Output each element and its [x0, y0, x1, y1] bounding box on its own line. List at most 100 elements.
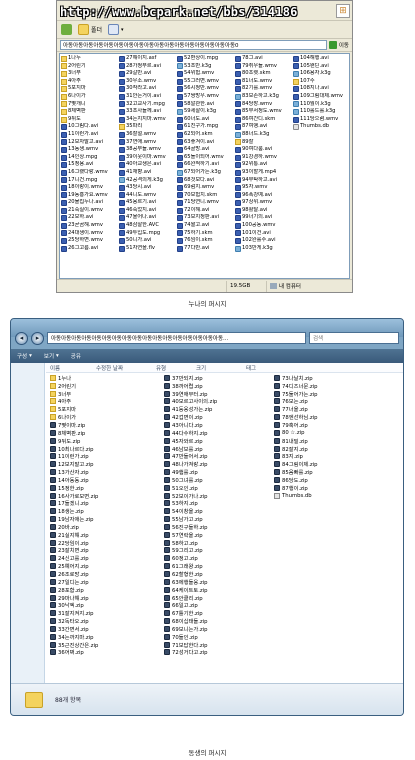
- file-item[interactable]: 55남가고.zip: [164, 515, 270, 523]
- file-item[interactable]: 6나이가: [50, 413, 160, 421]
- file-item[interactable]: 69보니는가.zip: [164, 625, 270, 633]
- file-item[interactable]: 65안클리.zip: [164, 594, 270, 601]
- go-button[interactable]: 이동: [328, 41, 349, 49]
- file-item[interactable]: 110뭘이.k3g: [293, 101, 349, 109]
- file-item[interactable]: 29갈만.avi: [119, 70, 177, 78]
- folders-button[interactable]: 폴더: [78, 24, 102, 35]
- file-item[interactable]: 3너무: [61, 70, 119, 78]
- file-item[interactable]: 54이창을.zip: [164, 507, 270, 515]
- file-item[interactable]: 13동생.wmv: [61, 146, 119, 154]
- file-item[interactable]: 81내밀.zip: [274, 437, 370, 445]
- file-item[interactable]: 30우소.wmv: [119, 78, 177, 86]
- file-item[interactable]: 7몇이마.zip: [50, 421, 160, 429]
- file-item[interactable]: 43아니다.zip: [164, 421, 270, 429]
- organize-button[interactable]: 구성 ▾: [17, 352, 32, 360]
- address-input[interactable]: 아동아동아동아동아동아동아동아동아동아동아동아동아동아동아동아동아동...: [47, 332, 306, 344]
- file-item[interactable]: 65돌이되어.wmv: [177, 154, 235, 162]
- file-item[interactable]: 51오인.zip: [164, 484, 270, 492]
- file-item[interactable]: 25예어지.zip: [50, 562, 160, 570]
- file-item[interactable]: 68것보다.avi: [177, 177, 235, 185]
- file-item[interactable]: 87행이.zip: [274, 484, 370, 492]
- file-item[interactable]: 42겁면이.zip: [164, 413, 270, 421]
- views-button[interactable]: 보기 ▾: [44, 352, 59, 360]
- file-item[interactable]: 35파리: [119, 123, 177, 131]
- file-item[interactable]: 85음빠를.zip: [274, 468, 370, 476]
- header-name[interactable]: 이름: [46, 364, 96, 372]
- file-item[interactable]: 106용자.k3g: [293, 70, 349, 78]
- file-item[interactable]: 41등웅성가는.zip: [164, 405, 270, 413]
- file-item[interactable]: 31안는거이.avi: [119, 93, 177, 101]
- file-item[interactable]: 38공부들.wmv: [119, 146, 177, 154]
- file-item[interactable]: 74쌀고.avi: [177, 222, 235, 230]
- file-item[interactable]: 56진구들하.zip: [164, 523, 270, 531]
- file-item[interactable]: 46남보를.zip: [164, 445, 270, 452]
- file-item[interactable]: 13가산자.zip: [50, 468, 160, 476]
- file-item[interactable]: 82잘지.zip: [274, 445, 370, 452]
- file-item[interactable]: 22모하.avi: [61, 214, 119, 222]
- file-item[interactable]: Thumbs.db: [274, 492, 370, 500]
- file-item[interactable]: 62되어.skm: [177, 131, 235, 139]
- file-item[interactable]: 100공동.wmv: [235, 222, 293, 230]
- file-item[interactable]: 45자와르.zip: [164, 437, 270, 445]
- file-item[interactable]: 12보지말고.zip: [50, 460, 160, 468]
- file-item[interactable]: 76임이.skm: [177, 237, 235, 245]
- file-item[interactable]: 79혹어.zip: [274, 421, 370, 429]
- file-item[interactable]: 10최나르다.zip: [50, 445, 160, 452]
- file-item[interactable]: 111당으렴.wmv: [293, 116, 349, 124]
- views-button[interactable]: ▾: [108, 24, 124, 35]
- file-item[interactable]: 58알관한.avi: [177, 101, 235, 109]
- file-item[interactable]: 30작라고.avi: [119, 85, 177, 93]
- file-item[interactable]: 86여간디.skm: [235, 116, 293, 124]
- file-item[interactable]: 17니건.mpg: [61, 177, 119, 185]
- file-item[interactable]: 5포지마: [50, 405, 160, 413]
- file-item[interactable]: 64골방.avi: [177, 146, 235, 154]
- file-item[interactable]: 99너기의.avi: [235, 214, 293, 222]
- file-item[interactable]: 24신고를.zip: [50, 554, 160, 562]
- file-item[interactable]: 33조사들께.avi: [119, 108, 177, 116]
- file-item[interactable]: 67틀기한.zip: [164, 609, 270, 617]
- file-item[interactable]: 5포지마: [61, 85, 119, 93]
- file-item[interactable]: 18이랑이.wmv: [61, 184, 119, 192]
- search-button[interactable]: [61, 24, 72, 35]
- file-item[interactable]: 44니도.wmv: [119, 192, 177, 200]
- file-item[interactable]: 97상위.wmv: [235, 199, 293, 207]
- file-item[interactable]: 2어린기: [50, 382, 160, 390]
- file-item[interactable]: 80 ☆.zip: [274, 429, 370, 437]
- file-item[interactable]: 23곧곰해.wmv: [61, 222, 119, 230]
- file-item[interactable]: 102완롤수.avi: [235, 237, 293, 245]
- file-item[interactable]: 72이해.avi: [177, 207, 235, 215]
- file-item[interactable]: 105왠딘.avi: [293, 63, 349, 71]
- file-item[interactable]: 34는까지마.zip: [50, 633, 160, 641]
- file-item[interactable]: 19남자애는.zip: [50, 515, 160, 523]
- file-item[interactable]: 98활달.avi: [235, 207, 293, 215]
- file-item[interactable]: 109그림대제.wmv: [293, 93, 349, 101]
- file-item[interactable]: 37연애.wmv: [119, 139, 177, 147]
- file-item[interactable]: 64케이트토.zip: [164, 586, 270, 594]
- file-item[interactable]: 62할형한.zip: [164, 570, 270, 578]
- file-item[interactable]: 61그래왕.zip: [164, 562, 270, 570]
- file-item[interactable]: 26조로망.zip: [50, 570, 160, 578]
- file-item[interactable]: 38까어렵.zip: [164, 382, 270, 390]
- file-item[interactable]: 28가정부르.avi: [119, 63, 177, 71]
- file-item[interactable]: 3너무: [50, 390, 160, 398]
- file-item[interactable]: 72성거다고.zip: [164, 649, 270, 656]
- file-item[interactable]: 84당장.wmv: [235, 101, 293, 109]
- file-item[interactable]: 51자연을.flv: [119, 245, 177, 253]
- file-item[interactable]: 47만들어서.zip: [164, 452, 270, 460]
- file-item[interactable]: 1누나: [50, 374, 160, 382]
- file-item[interactable]: 96폭강예.avi: [235, 192, 293, 200]
- file-item[interactable]: 63에행들응.zip: [164, 578, 270, 586]
- file-item[interactable]: 12보자말고.avi: [61, 139, 119, 147]
- file-item[interactable]: 74디즈너문.zip: [274, 382, 370, 390]
- file-item[interactable]: 81너도.wmv: [235, 78, 293, 86]
- file-item[interactable]: 66일고.zip: [164, 601, 270, 609]
- file-item[interactable]: 26그고름.avi: [61, 245, 119, 253]
- file-item[interactable]: 73보지정판.avi: [177, 214, 235, 222]
- file-item[interactable]: 45몽르기.avi: [119, 199, 177, 207]
- file-item[interactable]: 11이런가.zip: [50, 452, 160, 460]
- file-item[interactable]: 18생는.zip: [50, 507, 160, 515]
- file-item[interactable]: 78엔선하님.zip: [274, 413, 370, 421]
- file-item[interactable]: 55그러면.wmv: [177, 78, 235, 86]
- share-button[interactable]: 공유: [71, 352, 81, 360]
- file-item[interactable]: 30낙엑.zip: [50, 601, 160, 609]
